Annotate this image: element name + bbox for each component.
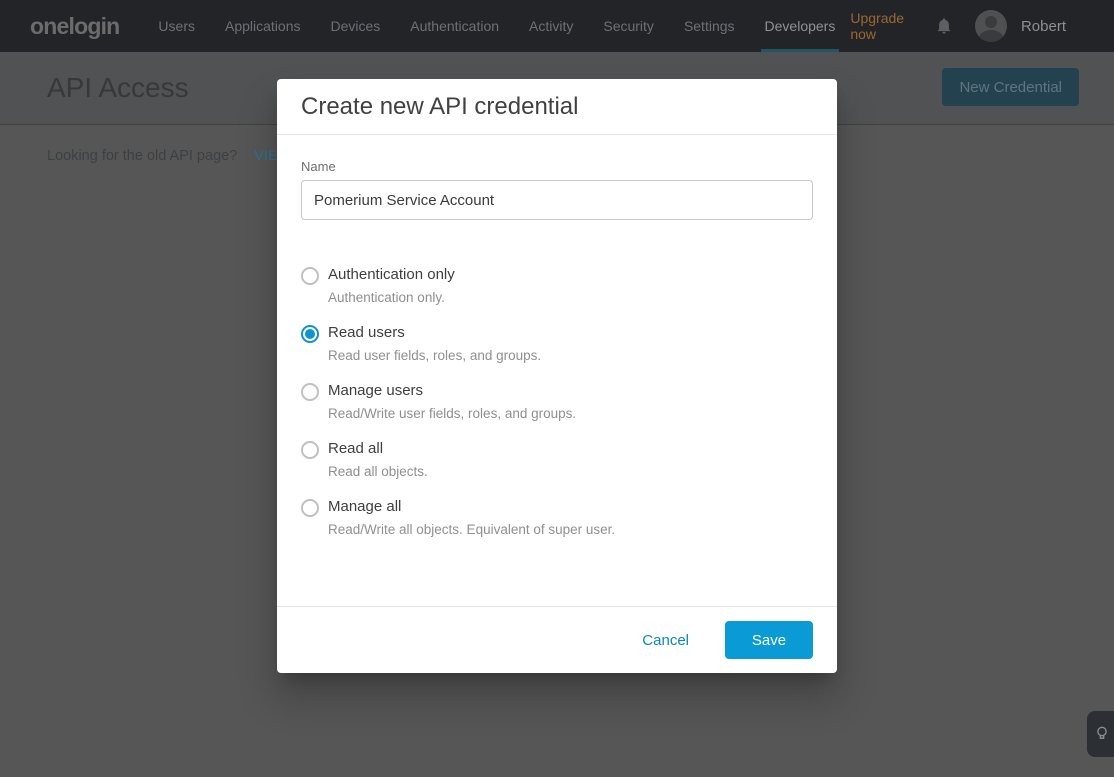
option-description: Read/Write all objects. Equivalent of su… (328, 522, 616, 537)
option-label: Read users (328, 324, 405, 341)
scope-option-manage-all[interactable]: Manage all Read/Write all objects. Equiv… (301, 498, 813, 538)
radio-icon[interactable] (301, 499, 319, 517)
help-beacon-button[interactable] (1087, 711, 1114, 757)
radio-icon[interactable] (301, 383, 319, 401)
option-description: Read all objects. (328, 464, 428, 479)
scope-option-read-users[interactable]: Read users Read user fields, roles, and … (301, 324, 813, 364)
option-description: Read/Write user fields, roles, and group… (328, 406, 577, 421)
modal-body: Name Authentication only Authentication … (277, 135, 837, 580)
save-button[interactable]: Save (725, 621, 813, 659)
credential-name-input[interactable] (301, 180, 813, 220)
scope-option-read-all[interactable]: Read all Read all objects. (301, 440, 813, 480)
modal-header: Create new API credential (277, 79, 837, 135)
cancel-button[interactable]: Cancel (642, 632, 689, 649)
option-label: Read all (328, 440, 384, 457)
scope-option-authentication-only[interactable]: Authentication only Authentication only. (301, 266, 813, 306)
radio-icon[interactable] (301, 267, 319, 285)
name-field-label: Name (301, 159, 336, 174)
option-label: Authentication only (328, 266, 455, 283)
lightbulb-icon (1097, 726, 1107, 739)
option-label: Manage users (328, 382, 424, 399)
option-description: Authentication only. (328, 290, 445, 305)
radio-icon[interactable] (301, 441, 319, 459)
option-description: Read user fields, roles, and groups. (328, 348, 542, 363)
app-window: onelogin Users Applications Devices Auth… (0, 0, 1114, 777)
scope-option-manage-users[interactable]: Manage users Read/Write user fields, rol… (301, 382, 813, 422)
option-label: Manage all (328, 498, 402, 515)
modal-title: Create new API credential (301, 92, 579, 120)
radio-icon-selected[interactable] (301, 325, 319, 343)
modal-footer: Cancel Save (277, 606, 837, 673)
create-api-credential-modal: Create new API credential Name Authentic… (277, 79, 837, 673)
scope-options: Authentication only Authentication only.… (301, 266, 813, 538)
